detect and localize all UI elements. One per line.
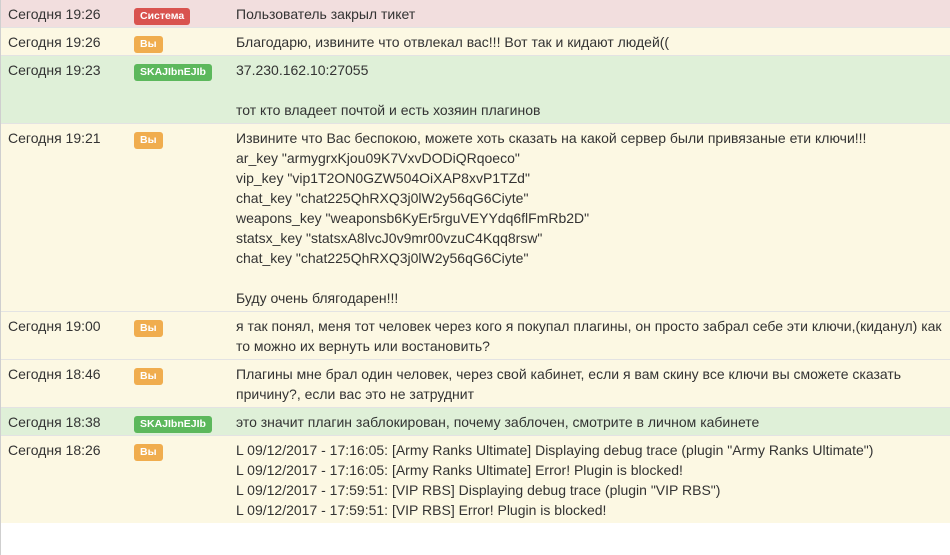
message-line: chat_key "chat225QhRXQ3j0lW2y56qG6Ciyte"	[236, 250, 529, 266]
author-badge: Система	[134, 8, 191, 25]
author-badge: Вы	[134, 444, 163, 461]
message-row: Сегодня 19:21 Вы Извините что Вас беспок…	[1, 123, 950, 311]
message-row: Сегодня 18:38 SKAJIbnEJIb это значит пла…	[1, 407, 950, 435]
message-text: я так понял, меня тот человек через кого…	[229, 312, 950, 359]
message-text: это значит плагин заблокирован, почему з…	[229, 408, 950, 435]
message-line: Плагины мне брал один человек, через сво…	[236, 366, 902, 382]
message-line	[236, 268, 944, 288]
message-line: ar_key "armygrxKjou09K7VxvDODiQRqoeco"	[236, 150, 520, 166]
message-row: Сегодня 18:26 Вы L 09/12/2017 - 17:16:05…	[1, 435, 950, 523]
message-time: Сегодня 19:26	[8, 6, 101, 22]
message-line: L 09/12/2017 - 17:59:51: [VIP RBS] Error…	[236, 502, 607, 518]
message-row: Сегодня 19:00 Вы я так понял, меня тот ч…	[1, 311, 950, 359]
message-line: L 09/12/2017 - 17:16:05: [Army Ranks Ult…	[236, 462, 683, 478]
message-line: то можно их вернуть или востановить?	[236, 338, 490, 354]
message-text: Пользователь закрыл тикет	[229, 0, 950, 27]
message-row: Сегодня 19:23 SKAJIbnEJIb 37.230.162.10:…	[1, 55, 950, 123]
author-badge: Вы	[134, 368, 163, 385]
message-row: Сегодня 19:26 Вы Благодарю, извините что…	[1, 27, 950, 55]
message-line: weapons_key "weaponsb6KyEr5rguVEYYdq6flF…	[236, 210, 590, 226]
message-line: chat_key "chat225QhRXQ3j0lW2y56qG6Ciyte"	[236, 190, 529, 206]
message-time: Сегодня 19:26	[8, 34, 101, 50]
message-line: statsx_key "statsxA8lvcJ0v9mr00vzuC4Kqq8…	[236, 230, 543, 246]
message-line: 37.230.162.10:27055	[236, 62, 369, 78]
message-line: L 09/12/2017 - 17:16:05: [Army Ranks Ult…	[236, 442, 874, 458]
message-line	[236, 80, 944, 100]
message-row: Сегодня 18:46 Вы Плагины мне брал один ч…	[1, 359, 950, 407]
author-badge: SKAJIbnEJIb	[134, 64, 212, 81]
message-line: Пользователь закрыл тикет	[236, 6, 416, 22]
message-time: Сегодня 19:23	[8, 62, 101, 78]
author-badge: Вы	[134, 320, 163, 337]
message-line: Извините что Вас беспокою, можете хоть с…	[236, 130, 867, 146]
author-badge: SKAJIbnEJIb	[134, 416, 212, 433]
message-text: Плагины мне брал один человек, через сво…	[229, 360, 950, 407]
message-line: это значит плагин заблокирован, почему з…	[236, 414, 760, 430]
message-line: тот кто владеет почтой и есть хозяин пла…	[236, 102, 541, 118]
ticket-message-list: Сегодня 19:26 Система Пользователь закры…	[0, 0, 950, 555]
message-line: Буду очень блягодарен!!!	[236, 290, 399, 306]
author-badge: Вы	[134, 132, 163, 149]
message-time: Сегодня 18:26	[8, 442, 101, 458]
message-line: L 09/12/2017 - 17:59:51: [VIP RBS] Displ…	[236, 482, 721, 498]
message-time: Сегодня 18:46	[8, 366, 101, 382]
message-row: Сегодня 19:26 Система Пользователь закры…	[1, 0, 950, 27]
author-badge: Вы	[134, 36, 163, 53]
message-line: vip_key "vip1T2ON0GZW504OiXAP8xvP1TZd"	[236, 170, 530, 186]
message-text: 37.230.162.10:27055 тот кто владеет почто…	[229, 56, 950, 123]
message-text: Благодарю, извините что отвлекал вас!!! …	[229, 28, 950, 55]
message-time: Сегодня 19:21	[8, 130, 101, 146]
message-line: причину?, если вас это не затруднит	[236, 386, 474, 402]
message-time: Сегодня 18:38	[8, 414, 101, 430]
message-text: Извините что Вас беспокою, можете хоть с…	[229, 124, 950, 311]
message-line: я так понял, меня тот человек через кого…	[236, 318, 942, 334]
message-line: Благодарю, извините что отвлекал вас!!! …	[236, 34, 670, 50]
message-time: Сегодня 19:00	[8, 318, 101, 334]
message-text: L 09/12/2017 - 17:16:05: [Army Ranks Ult…	[229, 436, 950, 523]
